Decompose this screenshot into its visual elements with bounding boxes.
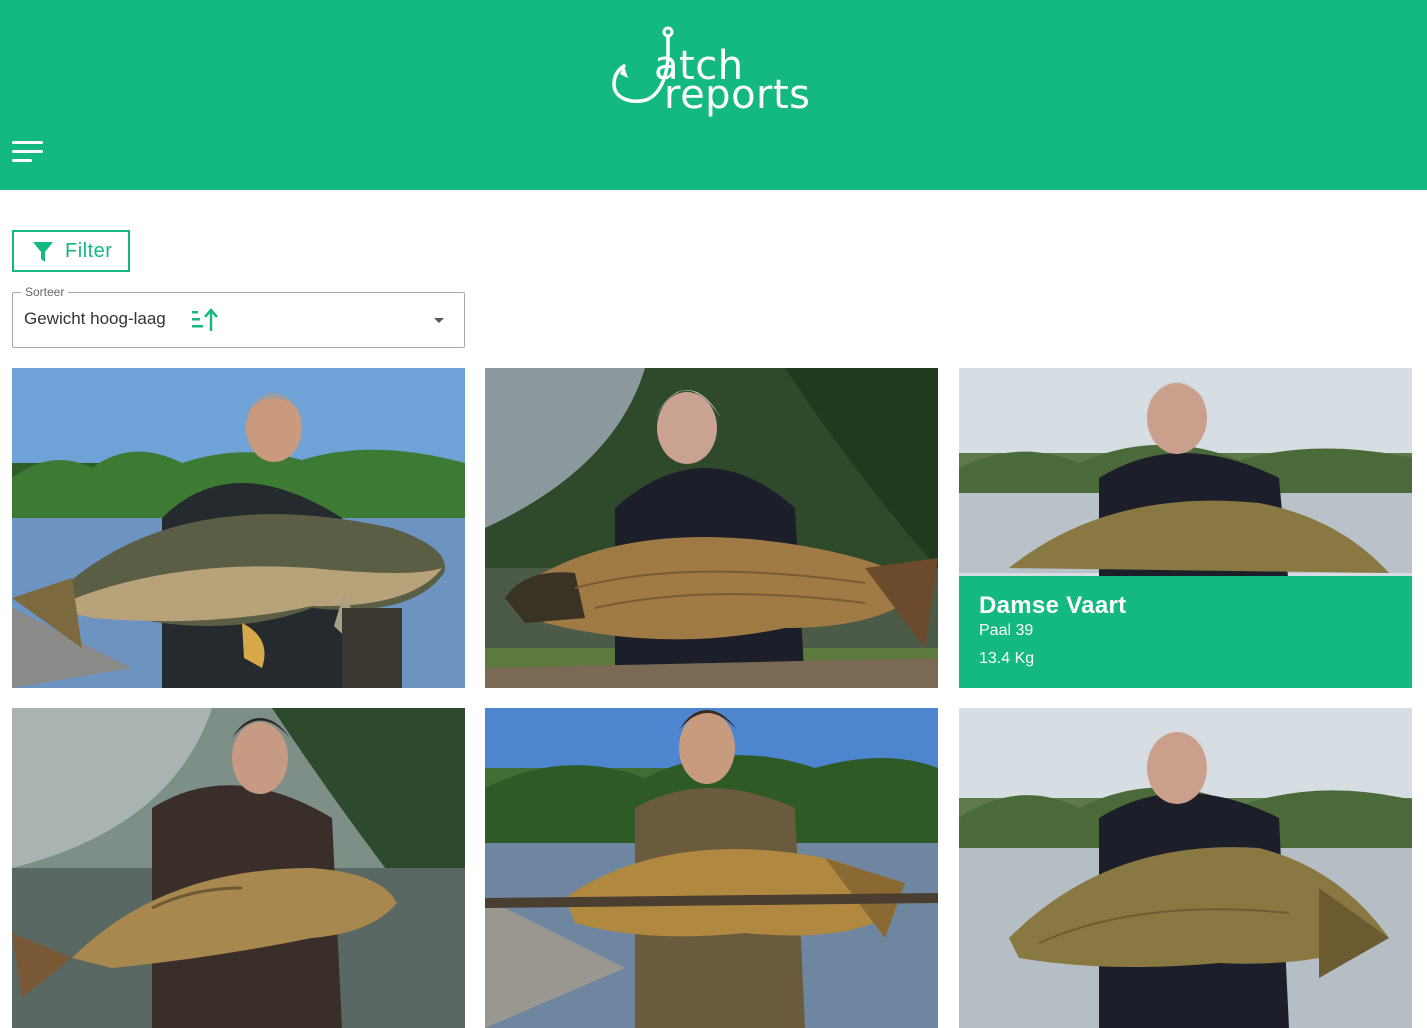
catch-card[interactable]: [485, 368, 938, 688]
catch-card[interactable]: [12, 708, 465, 1028]
funnel-icon: [33, 242, 53, 262]
sort-select[interactable]: Sorteer Gewicht hoog-laag: [12, 285, 465, 348]
catch-location: Damse Vaart: [979, 592, 1127, 619]
catch-photo: [12, 708, 465, 1028]
catch-card[interactable]: [959, 708, 1412, 1028]
catch-info-panel: Damse Vaart Paal 39 13.4 Kg: [959, 576, 1412, 688]
sort-descending-icon: [192, 308, 218, 331]
catch-card[interactable]: [12, 368, 465, 688]
catch-card[interactable]: [485, 708, 938, 1028]
hamburger-menu-icon[interactable]: [12, 139, 46, 165]
catch-card-hovered[interactable]: Damse Vaart Paal 39 13.4 Kg: [959, 368, 1412, 688]
sort-legend: Sorteer: [21, 285, 69, 299]
catch-photo: [12, 368, 465, 688]
catch-photo: [959, 708, 1412, 1028]
site-header: atch reports: [0, 0, 1427, 190]
logo-word-reports: reports: [664, 72, 811, 118]
filter-button[interactable]: Filter: [12, 230, 130, 272]
catch-weight: 13.4 Kg: [979, 650, 1035, 667]
chevron-down-icon: [434, 318, 444, 323]
catch-photo: [485, 708, 938, 1028]
catch-photo: [485, 368, 938, 688]
filter-label: Filter: [65, 240, 113, 262]
catchreports-logo[interactable]: atch reports: [608, 24, 818, 124]
catch-spot: Paal 39: [979, 622, 1034, 639]
sort-value: Gewicht hoog-laag: [24, 309, 166, 328]
